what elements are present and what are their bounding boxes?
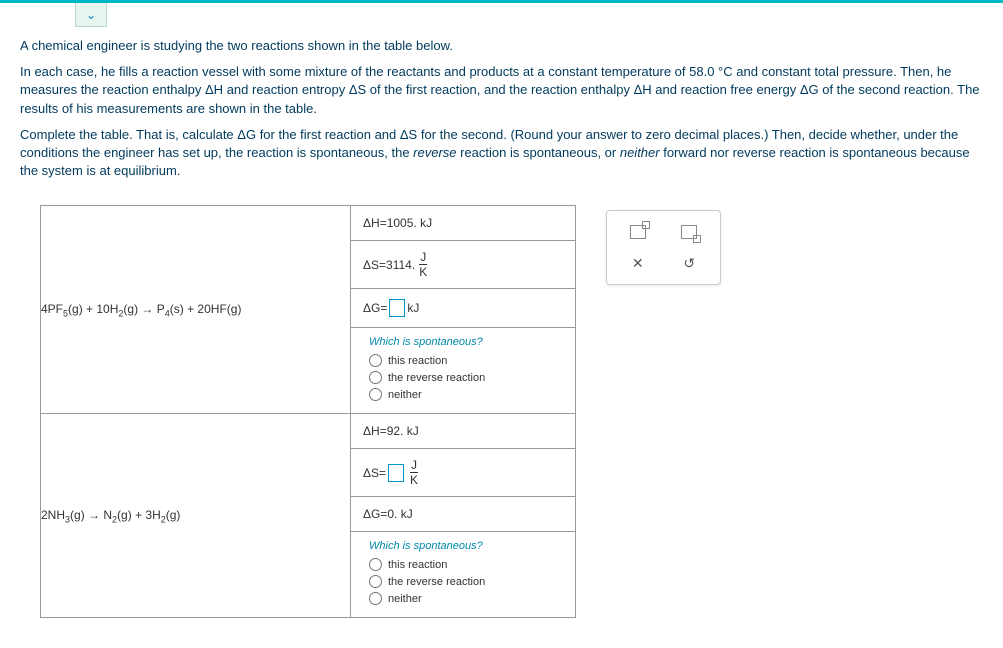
dS-row-1: ΔS = 3114. J K xyxy=(351,241,576,289)
intro-line: A chemical engineer is studying the two … xyxy=(20,37,983,55)
superscript-icon xyxy=(630,225,646,239)
instruction-line: Complete the table. That is, calculate Δ… xyxy=(20,126,983,181)
unit-fraction: J K xyxy=(410,459,418,486)
setup-line: In each case, he fills a reaction vessel… xyxy=(20,63,983,118)
unit-fraction: J K xyxy=(419,251,427,278)
dH-row-2: ΔH = 92. kJ xyxy=(351,414,576,449)
close-icon: ✕ xyxy=(632,255,644,272)
chevron-down-icon: ⌄ xyxy=(86,8,96,22)
input-toolbox: ✕ ↺ xyxy=(606,210,721,285)
clear-button[interactable]: ✕ xyxy=(615,251,661,277)
spontaneous-title: Which is spontaneous? xyxy=(369,540,561,552)
radio-this-reaction[interactable]: this reaction xyxy=(369,354,561,367)
dG-input-1[interactable] xyxy=(389,299,405,317)
dH-row-1: ΔH = 1005. kJ xyxy=(351,206,576,241)
radio-neither[interactable]: neither xyxy=(369,592,561,605)
spontaneous-block-1: Which is spontaneous? this reaction the … xyxy=(351,328,576,414)
reset-button[interactable]: ↺ xyxy=(667,251,713,277)
problem-content: A chemical engineer is studying the two … xyxy=(0,27,1003,638)
radio-reverse-reaction[interactable]: the reverse reaction xyxy=(369,371,561,384)
dS-input-2[interactable] xyxy=(388,464,404,482)
radio-reverse-reaction[interactable]: the reverse reaction xyxy=(369,575,561,588)
spontaneous-block-2: Which is spontaneous? this reaction the … xyxy=(351,532,576,618)
top-accent-bar xyxy=(0,0,1003,3)
spontaneous-title: Which is spontaneous? xyxy=(369,336,561,348)
radio-this-reaction[interactable]: this reaction xyxy=(369,558,561,571)
table-row: 4PF5(g) + 10H2(g) → P4(s) + 20HF(g) ΔH =… xyxy=(41,206,576,241)
superscript-button[interactable] xyxy=(615,219,661,245)
reactions-table: 4PF5(g) + 10H2(g) → P4(s) + 20HF(g) ΔH =… xyxy=(40,205,576,618)
dS-row-2: ΔS = J K xyxy=(351,449,576,497)
problem-statement: A chemical engineer is studying the two … xyxy=(20,37,983,180)
dG-row-2: ΔG = 0. kJ xyxy=(351,497,576,532)
reaction-formula-2: 2NH3(g) → N2(g) + 3H2(g) xyxy=(41,414,351,618)
subscript-icon xyxy=(681,225,697,239)
reaction-formula-1: 4PF5(g) + 10H2(g) → P4(s) + 20HF(g) xyxy=(41,206,351,414)
reset-icon: ↺ xyxy=(683,255,695,272)
radio-neither[interactable]: neither xyxy=(369,388,561,401)
expand-dropdown[interactable]: ⌄ xyxy=(75,3,107,27)
dG-row-1: ΔG = kJ xyxy=(351,289,576,328)
table-row: 2NH3(g) → N2(g) + 3H2(g) ΔH = 92. kJ xyxy=(41,414,576,449)
subscript-button[interactable] xyxy=(667,219,713,245)
